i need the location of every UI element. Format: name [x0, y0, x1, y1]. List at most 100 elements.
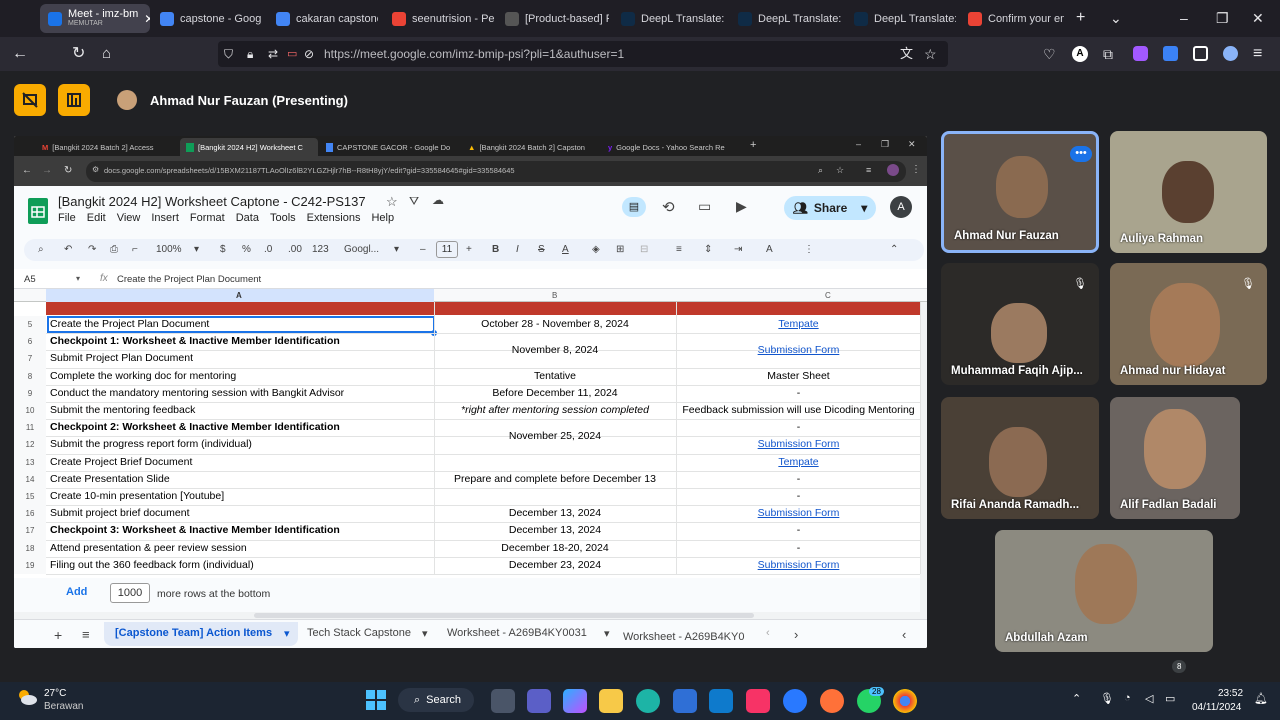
cell-b[interactable]: Tentative [434, 370, 676, 382]
sheet-tab-tech-stack[interactable]: Tech Stack Capstone [307, 627, 411, 639]
browser-tab[interactable]: capstone - Googl [152, 4, 262, 33]
comments-icon[interactable]: ▭ [698, 198, 711, 215]
participant-tile[interactable]: 🎙︎ Muhammad Faqih Ajip... [941, 263, 1099, 385]
cell-b[interactable]: December 18-20, 2024 [434, 542, 676, 554]
extensions-icon[interactable]: ⧉ [1103, 47, 1113, 61]
menu-insert[interactable]: Insert [151, 212, 179, 224]
chevron-down-icon[interactable]: ⌄ [1110, 11, 1122, 25]
browser-tab[interactable]: DeepL Translate: [846, 4, 956, 33]
participant-tile[interactable]: 🎙︎ Ahmad nur Hidayat [1110, 263, 1267, 385]
text-wrap-icon[interactable]: ⇥ [734, 244, 742, 255]
camera-off-icon[interactable]: ⊘ [304, 47, 314, 61]
row-number[interactable]: 11 [14, 419, 46, 437]
share-button[interactable]: 👥︎ Share ▾ [784, 196, 876, 220]
zoom-select[interactable]: 100% [156, 244, 182, 255]
merged-cell-b[interactable]: November 25, 2024 [434, 430, 676, 442]
name-box[interactable]: A5 [24, 274, 36, 285]
translate-icon[interactable]: 文 [900, 47, 913, 61]
more-options-icon[interactable]: ••• [1070, 146, 1092, 162]
meet-call-icon[interactable]: ▶ [736, 198, 747, 215]
decrease-font-icon[interactable]: – [420, 244, 426, 255]
cell-a[interactable]: Attend presentation & peer review sessio… [50, 542, 430, 554]
explore-icon[interactable]: ▤ [622, 197, 646, 217]
version-history-icon[interactable]: ⟲ [662, 198, 675, 216]
cell-c[interactable]: Master Sheet [677, 370, 920, 382]
cell-a[interactable]: Checkpoint 2: Worksheet & Inactive Membe… [50, 421, 430, 433]
battery-icon[interactable]: ▭ [1165, 692, 1175, 705]
fill-color-icon[interactable]: ◈ [592, 244, 600, 255]
row-number[interactable]: 14 [14, 470, 46, 488]
menu-help[interactable]: Help [371, 212, 394, 224]
forward-icon[interactable]: → [42, 165, 52, 176]
media-icon[interactable]: ≡ [866, 165, 871, 175]
cell-b[interactable]: Before December 11, 2024 [434, 387, 676, 399]
clock-date[interactable]: 04/11/2024 [1192, 702, 1241, 713]
cell-a[interactable]: Create Project Brief Document [50, 456, 430, 468]
cell-a[interactable]: Filing out the 360 feedback form (indivi… [50, 559, 430, 571]
document-title[interactable]: [Bangkit 2024 H2] Worksheet Captone - C2… [58, 194, 366, 209]
chevron-down-icon[interactable]: ▾ [604, 627, 610, 640]
merged-cell-b[interactable]: Prepare and complete before December 13 [434, 473, 676, 485]
menu-data[interactable]: Data [236, 212, 259, 224]
close-icon[interactable]: ✕ [908, 139, 916, 150]
row-number[interactable]: 5 [14, 316, 46, 334]
cell-a[interactable]: Submit Project Plan Document [50, 352, 430, 364]
extension-shield-icon[interactable] [1223, 46, 1238, 61]
row-number[interactable]: 19 [14, 556, 46, 574]
microphone-icon[interactable]: 🎙︎ [1100, 692, 1114, 705]
add-rows-button[interactable]: Add [66, 586, 87, 598]
search-menus-icon[interactable]: ⌕ [38, 244, 44, 255]
store-icon[interactable] [673, 689, 697, 713]
close-icon[interactable]: ✕ [144, 12, 150, 26]
cell-c[interactable]: - [677, 387, 920, 399]
browser-tab[interactable]: [Product-based] Proj [497, 4, 609, 33]
add-sheet-icon[interactable]: + [54, 627, 62, 643]
cell-a[interactable]: Checkpoint 3: Worksheet & Inactive Membe… [50, 524, 430, 536]
cell-c[interactable]: Tempate [677, 456, 920, 468]
windows-start-icon[interactable] [366, 690, 386, 710]
inner-tab-sheets[interactable]: [Bangkit 2024 H2] Worksheet C [180, 138, 318, 156]
scroll-tabs-right-icon[interactable]: › [794, 627, 798, 642]
reload-icon[interactable]: ↻ [64, 165, 72, 176]
cell-c[interactable]: Submission Form [677, 559, 920, 571]
sheets-logo-icon[interactable] [28, 198, 48, 224]
chevron-down-icon[interactable]: ▾ [284, 627, 290, 640]
inner-tab-drive[interactable]: ▲ [Bangkit 2024 Batch 2] Capston [462, 138, 602, 156]
all-sheets-icon[interactable]: ≡ [82, 627, 90, 642]
menu-view[interactable]: View [117, 212, 141, 224]
profile-avatar[interactable] [887, 164, 899, 176]
new-tab-icon[interactable]: + [1076, 10, 1085, 26]
bookmark-star-icon[interactable]: ☆ [836, 165, 844, 176]
italic-icon[interactable]: I [516, 244, 519, 255]
shield-icon[interactable]: ⛉ [224, 47, 233, 61]
cell-c[interactable]: Feedback submission will use Dicoding Me… [677, 404, 920, 416]
chrome-icon[interactable] [893, 689, 917, 713]
borders-icon[interactable]: ⊞ [616, 244, 624, 255]
menu-tools[interactable]: Tools [270, 212, 296, 224]
vscode-icon[interactable] [709, 689, 733, 713]
layout-icon[interactable] [58, 84, 90, 116]
menu-extensions[interactable]: Extensions [307, 212, 361, 224]
cell-c[interactable]: - [677, 542, 920, 554]
cell-c[interactable]: - [677, 490, 920, 502]
currency-format-button[interactable]: $ [220, 244, 226, 255]
cell-a[interactable]: Submit the mentoring feedback [50, 404, 430, 416]
cell-c[interactable]: - [677, 524, 920, 536]
cell-c[interactable]: Tempate [677, 318, 920, 330]
cell-c[interactable]: Submission Form [677, 438, 920, 450]
row-number[interactable]: 16 [14, 505, 46, 523]
text-rotation-icon[interactable]: A [766, 244, 773, 255]
row-number[interactable]: 8 [14, 367, 46, 385]
row-number[interactable]: 6 [14, 333, 46, 351]
screen-share-icon[interactable]: ▭ [287, 47, 297, 61]
redo-icon[interactable]: ↷ [88, 244, 96, 255]
account-avatar-icon[interactable]: A [1072, 46, 1088, 62]
lock-icon[interactable]: 🔒︎ [247, 47, 253, 61]
sheet-tab-worksheet-1[interactable]: Worksheet - A269B4KY0031 [447, 627, 587, 639]
row-number[interactable]: 17 [14, 522, 46, 540]
browser-tab[interactable]: DeepL Translate: [613, 4, 725, 33]
cell-a[interactable]: Checkpoint 1: Worksheet & Inactive Membe… [50, 335, 430, 347]
file-explorer-icon[interactable] [599, 689, 623, 713]
close-window-icon[interactable]: ✕ [1252, 11, 1264, 25]
site-info-icon[interactable]: ⚙ [92, 165, 99, 174]
